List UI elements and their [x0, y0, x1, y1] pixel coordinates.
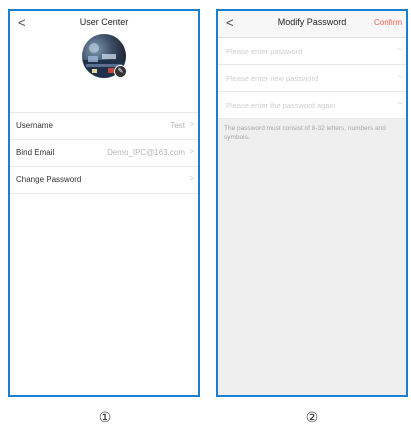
current-password-field[interactable]: Please enter password ~ — [218, 38, 406, 65]
new-password-field[interactable]: Please enter new password ~ — [218, 65, 406, 92]
chevron-right-icon: > — [189, 120, 194, 129]
eye-closed-icon[interactable]: ~ — [397, 72, 402, 81]
chevron-right-icon: > — [189, 147, 194, 156]
edit-icon[interactable]: ✎ — [114, 65, 127, 78]
user-center-screen: < User Center ✎ Username Test > Bind Ema… — [8, 9, 200, 397]
row-label: Change Password — [16, 175, 82, 184]
row-value: Demo_IPC@163.com — [107, 148, 185, 157]
row-username[interactable]: Username Test > — [10, 112, 198, 139]
row-change-password[interactable]: Change Password > — [10, 166, 198, 194]
password-hint: The password must consist of 8-32 letter… — [224, 125, 386, 141]
row-bind-email[interactable]: Bind Email Demo_IPC@163.com > — [10, 139, 198, 166]
row-label: Username — [16, 121, 53, 130]
field-placeholder: Please enter new password — [226, 74, 319, 83]
settings-list: Username Test > Bind Email Demo_IPC@163.… — [10, 112, 198, 194]
caption-2: ② — [305, 410, 319, 426]
modify-password-screen: < Modify Password Confirm Please enter p… — [216, 9, 408, 397]
confirm-button[interactable]: Confirm — [374, 18, 402, 27]
field-placeholder: Please enter the password again — [226, 101, 336, 110]
field-placeholder: Please enter password — [226, 47, 303, 56]
confirm-password-field[interactable]: Please enter the password again ~ — [218, 92, 406, 119]
eye-closed-icon[interactable]: ~ — [397, 99, 402, 108]
row-label: Bind Email — [16, 148, 55, 157]
header: < Modify Password Confirm — [218, 11, 406, 38]
row-value: Test — [170, 121, 185, 130]
eye-closed-icon[interactable]: ~ — [397, 45, 402, 54]
page-title: User Center — [79, 17, 129, 27]
caption-1: ① — [98, 410, 112, 426]
avatar[interactable]: ✎ — [82, 34, 127, 78]
chevron-right-icon: > — [189, 174, 194, 183]
